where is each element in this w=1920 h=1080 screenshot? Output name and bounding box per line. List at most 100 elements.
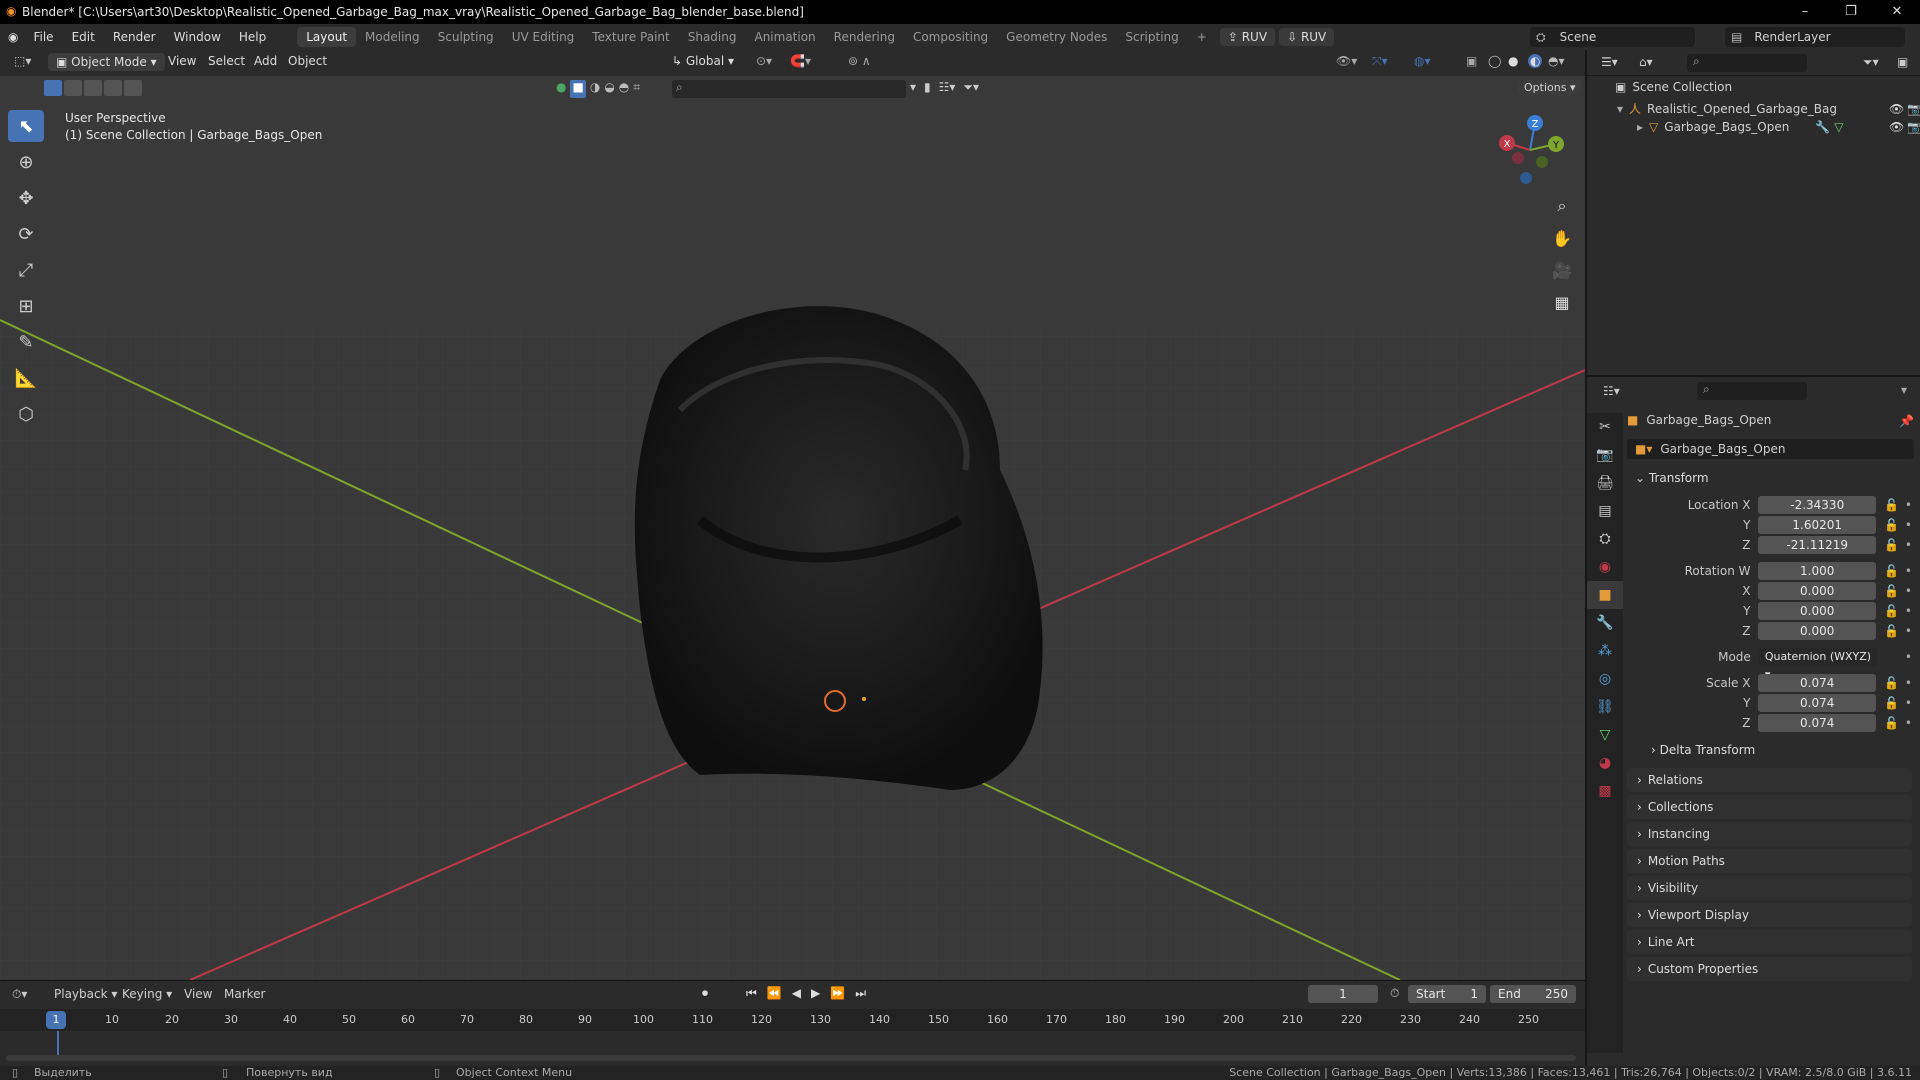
material-shading-icon[interactable]: ◐: [1528, 54, 1543, 68]
tab-modeling[interactable]: Modeling: [356, 27, 429, 47]
gizmo-toggle-icon[interactable]: ⤧▾: [1372, 54, 1388, 69]
timeline-scrollbar[interactable]: [6, 1055, 1576, 1061]
mesh-data-icon[interactable]: ▽: [1834, 120, 1843, 134]
rotation-y-field[interactable]: 0.000: [1758, 602, 1876, 620]
transform-panel-header[interactable]: ⌄ Transform: [1635, 471, 1709, 485]
filter-mesh-icon[interactable]: ■: [570, 80, 586, 98]
dropdown-chevron-icon[interactable]: ▾: [910, 80, 916, 95]
eye-icon[interactable]: 👁: [1889, 102, 1904, 116]
keyframe-dot-icon[interactable]: •: [1905, 498, 1912, 512]
lock-icon[interactable]: 🔓: [1884, 624, 1899, 638]
tab-geometry-nodes[interactable]: Geometry Nodes: [997, 27, 1116, 47]
lock-icon[interactable]: 🔓: [1884, 696, 1899, 710]
camera-render-icon[interactable]: 📷: [1907, 102, 1920, 116]
overlay-toggle-icon[interactable]: ◍▾: [1414, 54, 1431, 68]
eye-icon[interactable]: 👁: [1889, 120, 1904, 134]
object-tab-icon[interactable]: ■: [1587, 581, 1623, 609]
xray-icon[interactable]: ▣: [1466, 54, 1477, 68]
playhead-indicator[interactable]: 1: [46, 1011, 66, 1029]
select-new-icon[interactable]: [44, 80, 62, 96]
datablock-field[interactable]: ■▾ Garbage_Bags_Open: [1627, 439, 1914, 459]
timeline-menu-playback[interactable]: Playback ▾: [54, 987, 117, 1001]
filter-icon[interactable]: ⏷▾: [963, 80, 979, 95]
menu-file[interactable]: File: [24, 30, 62, 44]
snap-icon[interactable]: 🧲▾: [790, 54, 811, 68]
tab-uv-editing[interactable]: UV Editing: [503, 27, 584, 47]
tab-compositing[interactable]: Compositing: [904, 27, 997, 47]
pan-hand-icon[interactable]: ✋: [1548, 224, 1576, 252]
scene-tab-icon[interactable]: ⛭: [1587, 525, 1623, 553]
zoom-icon[interactable]: ⌕: [1548, 192, 1576, 220]
tab-texture-paint[interactable]: Texture Paint: [583, 27, 678, 47]
display-mode-icon[interactable]: ⌂▾: [1639, 55, 1653, 69]
keyframe-dot-icon[interactable]: •: [1905, 604, 1912, 618]
blender-menu-icon[interactable]: ◉: [8, 30, 18, 44]
output-tab-icon[interactable]: 🖨: [1587, 469, 1623, 497]
close-icon[interactable]: ✕: [1874, 0, 1920, 24]
auto-keying-icon[interactable]: ⏺: [702, 986, 708, 1001]
world-tab-icon[interactable]: ◉: [1587, 553, 1623, 581]
visibility-panel[interactable]: › Visibility: [1627, 876, 1912, 900]
vp-menu-select[interactable]: Select: [208, 54, 245, 68]
lock-icon[interactable]: 🔓: [1884, 518, 1899, 532]
rotation-mode-dropdown[interactable]: Quaternion (WXYZ) ▾: [1758, 648, 1877, 681]
outliner-filter-icon[interactable]: ⏷▾: [1863, 55, 1879, 70]
lock-icon[interactable]: 🔓: [1884, 538, 1899, 552]
ruv-download-button[interactable]: ⇩ RUV: [1279, 28, 1335, 46]
select-intersect-icon[interactable]: [124, 80, 142, 96]
tab-scripting[interactable]: Scripting: [1116, 27, 1187, 47]
new-collection-icon[interactable]: ▣: [1897, 55, 1908, 69]
physics-tab-icon[interactable]: ◎: [1587, 665, 1623, 693]
visibility-icon[interactable]: 👁▾: [1336, 54, 1357, 68]
select-subtract-icon[interactable]: [84, 80, 102, 96]
end-frame-field[interactable]: End 250: [1490, 985, 1576, 1003]
delta-transform-panel[interactable]: › Delta Transform: [1651, 743, 1755, 757]
keyframe-dot-icon[interactable]: •: [1905, 518, 1912, 532]
relations-panel[interactable]: › Relations: [1627, 768, 1912, 792]
filter-surface-icon[interactable]: ◒: [604, 80, 614, 98]
location-x-field[interactable]: -2.34330: [1758, 496, 1876, 514]
select-tool-icon[interactable]: ⬉: [8, 110, 44, 142]
vp-menu-view[interactable]: View: [168, 54, 196, 68]
data-tab-icon[interactable]: ▽: [1587, 721, 1623, 749]
prev-keyframe-icon[interactable]: ⏪: [767, 986, 782, 1001]
start-frame-field[interactable]: Start 1: [1408, 985, 1486, 1003]
vp-menu-add[interactable]: Add: [254, 54, 277, 68]
keyframe-dot-icon[interactable]: •: [1905, 716, 1912, 730]
scale-y-field[interactable]: 0.074: [1758, 694, 1876, 712]
add-cube-tool-icon[interactable]: ⬡: [8, 398, 44, 430]
timeline-menu-marker[interactable]: Marker: [224, 987, 265, 1001]
rendered-shading-icon[interactable]: ◓▾: [1548, 54, 1565, 68]
lock-icon[interactable]: 🔓: [1884, 584, 1899, 598]
select-invert-icon[interactable]: [104, 80, 122, 96]
timeline-menu-view[interactable]: View: [184, 987, 212, 1001]
tab-sculpting[interactable]: Sculpting: [429, 27, 503, 47]
motion-paths-panel[interactable]: › Motion Paths: [1627, 849, 1912, 873]
filter-text-icon[interactable]: ⌗: [633, 80, 640, 98]
minimize-icon[interactable]: –: [1782, 0, 1828, 24]
outliner-search-input[interactable]: ⌕: [1687, 54, 1807, 72]
maximize-icon[interactable]: ❐: [1828, 0, 1874, 24]
tab-animation[interactable]: Animation: [745, 27, 824, 47]
lock-icon[interactable]: 🔓: [1884, 604, 1899, 618]
jump-end-icon[interactable]: ⏭: [855, 986, 866, 1001]
camera-view-icon[interactable]: 🎥: [1548, 256, 1576, 284]
view-layer-tab-icon[interactable]: ▤: [1587, 497, 1623, 525]
filter-meta-icon[interactable]: ◓: [619, 80, 629, 98]
properties-editor-icon[interactable]: ☷▾: [1603, 384, 1620, 398]
viewport-search-input[interactable]: ⌕: [672, 80, 906, 98]
keyframe-dot-icon[interactable]: •: [1905, 564, 1912, 578]
tab-rendering[interactable]: Rendering: [825, 27, 904, 47]
filter-all-icon[interactable]: ●: [556, 80, 566, 98]
current-frame-field[interactable]: 1: [1308, 985, 1378, 1003]
outliner-root[interactable]: ▣ Scene Collection: [1615, 80, 1732, 94]
scene-selector[interactable]: ⛭ Scene: [1530, 27, 1695, 47]
camera-render-icon[interactable]: 📷: [1907, 120, 1920, 134]
constraints-tab-icon[interactable]: ⛓: [1587, 693, 1623, 721]
select-extend-icon[interactable]: [64, 80, 82, 96]
texture-tab-icon[interactable]: ▩: [1587, 777, 1623, 805]
lock-icon[interactable]: 🔓: [1884, 564, 1899, 578]
menu-render[interactable]: Render: [104, 30, 165, 44]
outliner-item-mesh[interactable]: ▸ ▽ Garbage_Bags_Open 🔧 ▽ 👁 📷: [1637, 120, 1920, 134]
ruv-upload-button[interactable]: ⇪ RUV: [1219, 28, 1276, 46]
